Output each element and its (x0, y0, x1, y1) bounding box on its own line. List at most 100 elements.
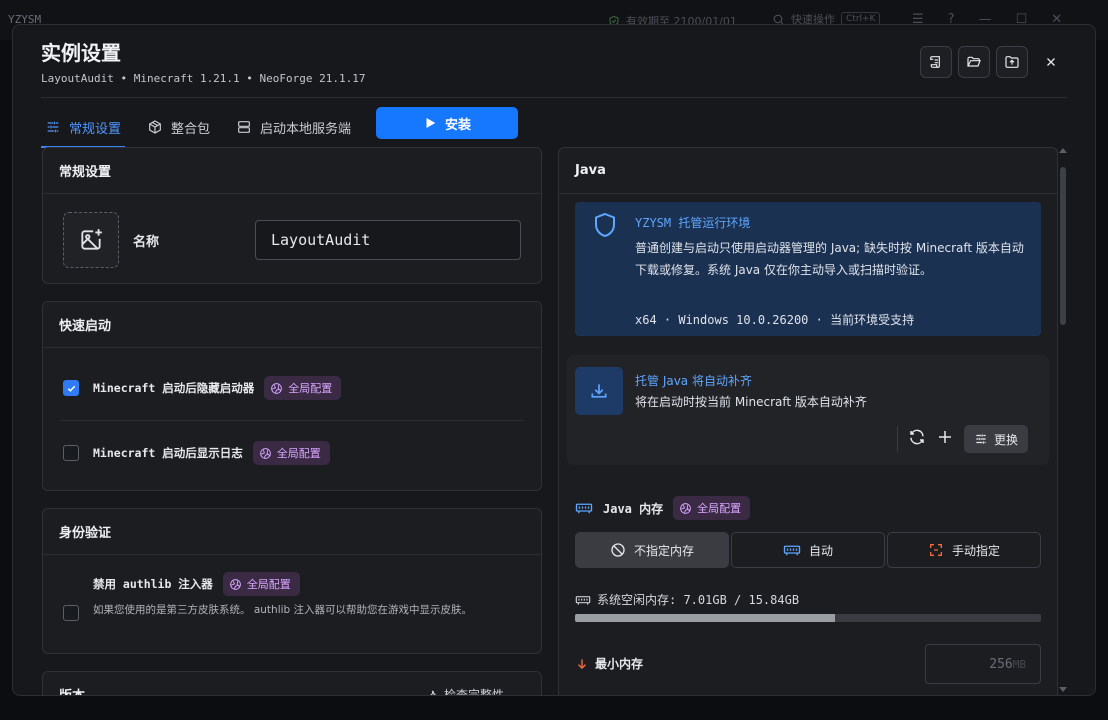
managed-java-title: 托管 Java 将自动补齐 (635, 374, 752, 388)
content-scrollbar[interactable] (1058, 147, 1068, 695)
memory-mode-manual[interactable]: 手动指定 (887, 532, 1041, 568)
global-config-icon (271, 382, 283, 394)
folder-upload-icon (1005, 56, 1019, 68)
header-divider (41, 97, 1067, 98)
hide-launcher-label: Minecraft 启动后隐藏启动器 (93, 381, 255, 395)
disable-authlib-checkbox[interactable] (63, 605, 79, 621)
runtime-info-body: 普通创建与启动只使用启动器管理的 Java; 缺失时按 Minecraft 版本… (635, 241, 1024, 277)
ban-icon (611, 543, 625, 557)
general-settings-card: 常规设置 名称 (42, 147, 542, 284)
option-divider (61, 420, 523, 421)
version-card-title: 版本 (59, 685, 85, 695)
focus-frame-icon (929, 544, 942, 556)
dialog-subtitle: LayoutAudit • Minecraft 1.21.1 • NeoForg… (41, 72, 366, 85)
min-memory-label: 最小内存 (595, 657, 644, 671)
scroll-icon (930, 56, 940, 68)
memory-usage-fill (575, 614, 835, 622)
global-config-icon (680, 502, 691, 514)
name-label: 名称 (133, 235, 160, 250)
memory-usage-bar (575, 614, 1041, 622)
version-card-header: 版本 检查完整性 (43, 672, 541, 695)
memory-chip-icon (783, 545, 801, 556)
managed-java-actions: 更换 (897, 425, 1029, 453)
export-button[interactable] (996, 46, 1028, 78)
min-memory-input[interactable]: 256 MB (925, 644, 1041, 684)
global-config-icon (229, 578, 241, 590)
global-config-badge: 全局配置 (264, 376, 342, 400)
scroll-down-icon[interactable] (1059, 687, 1067, 693)
show-log-label: Minecraft 启动后显示日志 (93, 446, 243, 460)
managed-java-panel: 托管 Java 将自动补齐 将在启动时按当前 Minecraft 版本自动补齐 … (567, 355, 1049, 465)
auth-card: 身份验证 禁用 authlib 注入器 全局配置 如果您使用的是第三方皮肤系统。… (42, 508, 542, 654)
managed-java-desc: 将在启动时按当前 Minecraft 版本自动补齐 (635, 395, 867, 409)
sliders-icon (47, 121, 59, 133)
open-folder-button[interactable] (958, 46, 990, 78)
refresh-button[interactable] (908, 428, 926, 450)
close-icon (1047, 58, 1055, 66)
install-button[interactable]: 安装 (376, 107, 518, 139)
memory-chip-icon (575, 595, 591, 605)
quick-launch-card: 快速启动 Minecraft 启动后隐藏启动器 全局配置 Minecraft 启… (42, 301, 542, 491)
play-icon (426, 118, 436, 128)
action-divider (897, 426, 898, 452)
memory-mode-auto[interactable]: 自动 (731, 532, 885, 568)
add-java-button[interactable] (936, 428, 954, 450)
scroll-up-icon[interactable] (1059, 147, 1067, 153)
instance-settings-dialog: 实例设置 LayoutAudit • Minecraft 1.21.1 • Ne… (12, 24, 1096, 696)
java-settings-card: Java YZYSM 托管运行环境 普通创建与启动只使用启动器管理的 Java;… (558, 147, 1058, 695)
dialog-close-button[interactable] (1039, 50, 1063, 74)
arrow-down-icon (578, 658, 586, 669)
dialog-title: 实例设置 (41, 41, 121, 65)
plus-icon (939, 431, 951, 443)
instance-name-input[interactable] (255, 220, 521, 260)
header-actions (920, 46, 1028, 78)
refresh-icon (910, 429, 924, 445)
system-free-memory: 系统空闲内存: 7.01GB / 15.84GB (575, 591, 799, 608)
memory-mode-unspecified[interactable]: 不指定内存 (575, 532, 729, 568)
memory-chip-icon (575, 503, 593, 514)
runtime-env-status: x64 · Windows 10.0.26200 · 当前环境受支持 (635, 313, 915, 327)
image-add-icon (81, 229, 102, 250)
download-tile (575, 367, 623, 415)
general-card-title: 常规设置 (43, 148, 541, 194)
app-footer (0, 696, 1108, 720)
version-card: 版本 检查完整性 (42, 671, 542, 695)
global-config-icon (259, 447, 271, 459)
instance-icon-picker[interactable] (63, 212, 119, 268)
java-memory-title: Java 内存 (603, 501, 664, 516)
global-config-badge: 全局配置 (222, 572, 300, 596)
quick-card-title: 快速启动 (43, 302, 541, 348)
shield-icon (595, 212, 615, 238)
sliders-icon (976, 434, 986, 444)
authlib-description: 如果您使用的是第三方皮肤系统。 authlib 注入器可以帮助您在游戏中显示皮肤… (93, 604, 473, 616)
package-icon (149, 120, 161, 134)
tab-modpack[interactable]: 整合包 (143, 107, 214, 147)
server-icon (238, 121, 250, 133)
check-icon (67, 385, 75, 392)
disable-authlib-option: 禁用 authlib 注入器 全局配置 (93, 572, 300, 596)
check-integrity-button[interactable]: 检查完整性 (425, 686, 504, 695)
folder-open-icon (967, 56, 981, 67)
show-log-option: Minecraft 启动后显示日志 全局配置 (63, 441, 330, 465)
global-config-badge: 全局配置 (252, 441, 330, 465)
scrollbar-thumb[interactable] (1060, 167, 1066, 325)
java-card-title: Java (559, 148, 1057, 194)
memory-mode-selector: 不指定内存 自动 手动指定 (575, 532, 1041, 568)
tab-general[interactable]: 常规设置 (41, 107, 126, 148)
auth-card-title: 身份验证 (43, 509, 541, 555)
managed-runtime-info: YZYSM 托管运行环境 普通创建与启动只使用启动器管理的 Java; 缺失时按… (575, 202, 1041, 336)
log-button[interactable] (920, 46, 952, 78)
change-java-button[interactable]: 更换 (964, 425, 1029, 453)
global-config-badge: 全局配置 (673, 496, 751, 520)
runtime-info-title: YZYSM 托管运行环境 (635, 216, 751, 230)
show-log-checkbox[interactable] (63, 445, 79, 461)
java-memory-header: Java 内存 全局配置 (575, 496, 751, 520)
disable-authlib-label: 禁用 authlib 注入器 (93, 577, 213, 591)
hide-launcher-checkbox[interactable] (63, 380, 79, 396)
hide-launcher-option: Minecraft 启动后隐藏启动器 全局配置 (63, 376, 342, 400)
settings-tabs: 常规设置 整合包 启动本地服务端 (41, 107, 373, 148)
min-memory-label-row: 最小内存 (575, 655, 643, 672)
tab-local-server[interactable]: 启动本地服务端 (232, 107, 355, 147)
wrench-icon (430, 690, 436, 695)
download-icon (591, 384, 607, 398)
